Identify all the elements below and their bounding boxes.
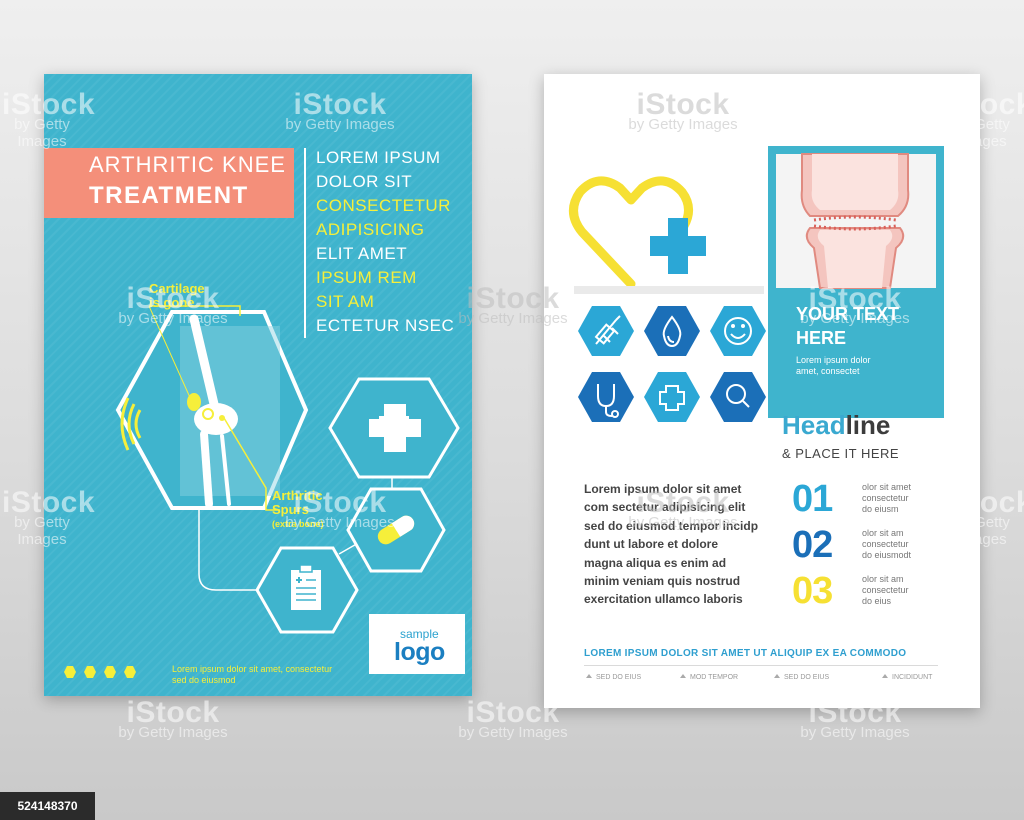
stock-id-label: 524148370 [0,792,95,820]
watermark: iStock by Getty Images [770,282,940,327]
watermark: iStock by Getty Images [2,88,95,150]
numbered-item-line: do eiusmodt [862,550,912,560]
watermark: iStock by Getty Images [598,486,768,531]
watermark: iStock by Getty Images [428,696,598,741]
bottom-tag: SED DO EIUS [596,674,642,681]
watermark: iStock by Getty Images [428,282,598,327]
bottom-divider [584,665,938,666]
watermark-by: by Getty Images [628,116,738,133]
watermark: iStock by Getty Images [255,88,425,133]
body-line: magna aliqua es enim ad [584,555,727,570]
bullet-hexagons [64,666,136,678]
promo-title-line: HERE [796,328,847,348]
watermark: iStock by Getty Images [88,696,258,741]
numbered-item-number: 02 [792,524,833,566]
clipboard-hexagon [255,546,359,634]
numbered-item-line: consectetur [862,585,909,595]
right-graphics [569,146,944,678]
watermark: iStock by Getty Images [255,486,425,531]
bottom-tag: INCIDIDUNT [892,674,933,681]
footer-line: Lorem ipsum dolor sit amet, consectetur [172,664,333,674]
watermark-by: by Getty Images [800,724,910,741]
numbered-item-line: consectetur [862,539,909,549]
logo-text: logo [394,638,445,666]
watermark-by: by Getty Images [458,310,568,327]
watermark-by: by Getty Images [285,116,395,133]
headline-dark: line [845,410,891,440]
watermark: iStock by Getty Images [940,88,1024,150]
numbered-item-line: do eiusm [862,504,899,514]
numbered-item-line: olor sit am [862,574,904,584]
numbered-item-text: olor sit amet consectetur do eiusm [862,482,911,515]
numbered-item-number: 01 [792,478,833,520]
watermark: iStock by Getty Images [88,282,258,327]
cross-icon [650,218,706,274]
promo-subtitle-line: Lorem ipsum dolor [796,355,871,365]
right-flyer: YOUR TEXT HERE Lorem ipsum dolor amet, c… [544,74,980,708]
numbered-item-line: olor sit am [862,528,904,538]
watermark: iStock by Getty Images [940,486,1024,548]
promo-subtitle: Lorem ipsum dolor amet, consectet [796,355,871,377]
watermark: iStock by Getty Images [770,696,940,741]
watermark-by: by Getty Images [285,514,395,531]
watermark: iStock by Getty Images [2,486,95,548]
bottom-banner: LOREM IPSUM DOLOR SIT AMET UT ALIQUIP EX… [584,648,907,659]
body-line: dunt ut labore et dolore [584,537,718,552]
watermark-by: by Getty Images [800,310,910,327]
left-footer-text: Lorem ipsum dolor sit amet, consectetur … [172,664,392,686]
watermark-by: by Getty Images [118,310,228,327]
watermark: iStock by Getty Images [598,88,768,133]
numbered-item-line: olor sit amet [862,482,912,492]
watermark-by: by Getty Images [458,724,568,741]
numbered-item: 01 [792,478,833,521]
numbered-item: 03 [792,570,833,613]
numbered-item-text: olor sit am consectetur do eius [862,574,909,607]
numbered-item-number: 03 [792,570,833,612]
numbered-item: 02 [792,524,833,567]
cross-hexagon [328,377,460,479]
watermark-by: by Getty Images [628,514,738,531]
knee-illustration [64,305,460,678]
footer-line: sed do eiusmod [172,675,236,685]
promo-subtitle-line: amet, consectet [796,366,860,376]
body-line: minim veniam quis nostrud [584,574,741,589]
numbered-item-text: olor sit am consectetur do eiusmodt [862,528,911,561]
numbered-item-line: consectetur [862,493,909,503]
knee-hexagon [115,310,309,510]
headline: Headline [782,410,890,441]
headline-sub: & PLACE IT HERE [782,446,900,461]
headline-blue: Head [782,410,846,440]
bottom-tag: SED DO EIUS [784,674,830,681]
canvas: { "left_flyer": { "title_line1": "ARTHRI… [0,0,1024,820]
body-line: exercitation ullamco laboris [584,592,743,607]
left-flyer: ARTHRITIC KNEE TREATMENT LOREM IPSUM DOL… [44,74,472,696]
numbered-item-line: do eius [862,596,892,606]
watermark-by: by Getty Images [118,724,228,741]
bottom-tag: MOD TEMPOR [690,674,739,681]
